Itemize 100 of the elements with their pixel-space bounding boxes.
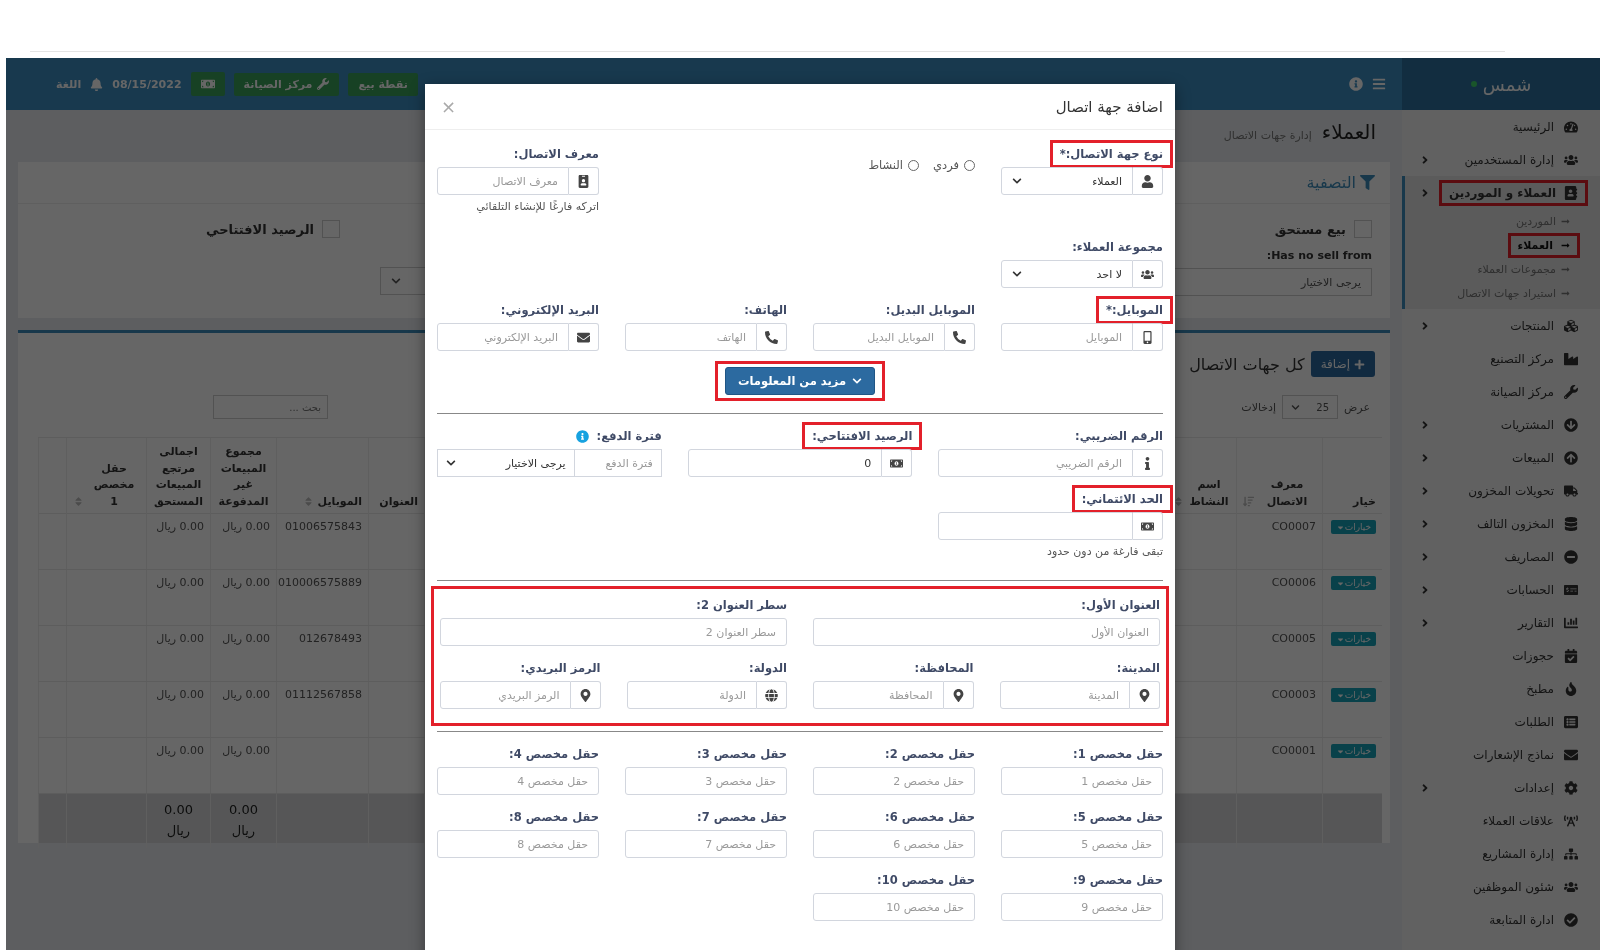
input-field[interactable]: المدينة bbox=[999, 681, 1130, 709]
input-field[interactable]: حقل مخصص 5 bbox=[1001, 830, 1163, 858]
length-label: إدخالات bbox=[1241, 400, 1277, 414]
add-button[interactable]: إضافة bbox=[1310, 351, 1375, 377]
input-field[interactable]: حقل مخصص 1 bbox=[1001, 767, 1163, 795]
input-field[interactable]: المحافظة bbox=[813, 681, 944, 709]
close-button[interactable]: × bbox=[441, 96, 457, 117]
options-button[interactable]: خيارات bbox=[1330, 520, 1376, 534]
sidebar-item[interactable]: نماذج الإشعارات bbox=[1402, 738, 1600, 771]
column-header[interactable]: الموبايل bbox=[302, 493, 362, 510]
menu-icon[interactable] bbox=[1372, 77, 1386, 91]
sidebar-item[interactable]: الطلبات bbox=[1402, 705, 1600, 738]
more-info-button[interactable]: مزيد من المعلومات bbox=[724, 367, 876, 395]
sidebar-item[interactable]: المخزون التالف bbox=[1402, 507, 1600, 540]
field-label: سطر العنوان 2: bbox=[696, 597, 787, 613]
sidebar-item[interactable]: مركز الصيانة bbox=[1402, 375, 1600, 408]
column-header[interactable]: مجموع المبيعات غير المدفوعة bbox=[217, 444, 270, 510]
sidebar-item[interactable]: الحسابات bbox=[1402, 573, 1600, 606]
input-field[interactable]: معرف الاتصال bbox=[437, 167, 569, 195]
input-field[interactable]: الموبايل bbox=[1001, 323, 1133, 351]
column-header[interactable]: معرف الاتصال bbox=[1243, 477, 1316, 510]
input-field[interactable]: حقل مخصص 2 bbox=[813, 767, 975, 795]
radio-option[interactable]: النشاط bbox=[868, 158, 920, 172]
field-label: الهاتف: bbox=[744, 302, 787, 318]
sidebar-item[interactable]: الرئيسية bbox=[1402, 110, 1600, 143]
sidebar-label: مطبخ bbox=[1526, 681, 1554, 696]
input-field[interactable]: الرمز البريدي bbox=[440, 681, 571, 709]
input-field[interactable]: حقل مخصص 8 bbox=[437, 830, 599, 858]
map-pin-icon bbox=[951, 688, 965, 702]
input-field[interactable]: الهاتف bbox=[625, 323, 757, 351]
sidebar-item[interactable]: المنتجات bbox=[1402, 309, 1600, 342]
input-field[interactable]: حقل مخصص 10 bbox=[813, 893, 975, 921]
toolbar-button[interactable]: مركز الصيانة bbox=[233, 72, 340, 96]
sidebar-item[interactable]: إعدادات bbox=[1402, 771, 1600, 804]
sidebar-item[interactable]: تحويلات المخزون bbox=[1402, 474, 1600, 507]
panel-title[interactable]: التصفية bbox=[1306, 173, 1356, 192]
input-field[interactable]: الرقم الضريبي bbox=[938, 449, 1133, 477]
input-field[interactable]: سطر العنوان 2 bbox=[440, 618, 787, 646]
input-field[interactable] bbox=[938, 512, 1133, 540]
bar-chart-icon bbox=[1564, 615, 1578, 630]
select-field[interactable]: العملاء bbox=[1001, 167, 1133, 195]
sidebar-subitem[interactable]: العملاء bbox=[1405, 233, 1600, 257]
phone-icon bbox=[765, 330, 778, 344]
options-button[interactable]: خيارات bbox=[1330, 744, 1376, 758]
field-label: نوع جهة الاتصال:* bbox=[1059, 146, 1163, 162]
sidebar-item[interactable]: إدارة المستخدمين bbox=[1402, 143, 1600, 176]
sidebar-item[interactable]: المبيعات bbox=[1402, 441, 1600, 474]
column-header[interactable]: خيار bbox=[1353, 493, 1376, 510]
input-field[interactable]: العنوان الأول bbox=[813, 618, 1160, 646]
field-label: معرف الاتصال: bbox=[513, 146, 599, 162]
sidebar-item[interactable]: المشتريات bbox=[1402, 408, 1600, 441]
input-field[interactable]: الدولة bbox=[626, 681, 757, 709]
sidebar-item[interactable]: إدارة المشاريع bbox=[1402, 837, 1600, 870]
options-button[interactable]: خيارات bbox=[1330, 632, 1376, 646]
radio-button[interactable] bbox=[964, 159, 975, 171]
address-book-icon bbox=[1564, 185, 1578, 200]
input-field[interactable]: حقل مخصص 7 bbox=[625, 830, 787, 858]
input-field[interactable]: حقل مخصص 9 bbox=[1001, 893, 1163, 921]
sidebar-label: التقارير bbox=[1517, 615, 1554, 630]
bell-icon[interactable] bbox=[90, 77, 104, 91]
input-field[interactable]: حقل مخصص 6 bbox=[813, 830, 975, 858]
date-text: 08/15/2022 bbox=[112, 77, 182, 91]
database-icon bbox=[1564, 516, 1578, 531]
sidebar-item[interactable]: ادارة المتابعة bbox=[1402, 903, 1600, 936]
column-header[interactable]: اسم النشاط bbox=[1173, 477, 1230, 510]
column-header[interactable]: اجمالى مرتجع المبيعات المستحق bbox=[153, 444, 204, 510]
sidebar-label: المصاريف bbox=[1504, 549, 1554, 564]
language-link[interactable]: اللغة bbox=[56, 77, 82, 91]
radio-option[interactable]: فردي bbox=[933, 158, 975, 172]
page-size-select[interactable]: 25 bbox=[1282, 395, 1339, 419]
input-field[interactable]: فترة الدفع bbox=[573, 449, 662, 477]
table-cell: CO0003 bbox=[1271, 688, 1316, 701]
sidebar-item[interactable]: المصاريف bbox=[1402, 540, 1600, 573]
sidebar-label: المشتريات bbox=[1500, 417, 1554, 432]
select-field[interactable]: يرجى الاختيار bbox=[437, 449, 574, 477]
sidebar-item[interactable]: شئون الموظفين bbox=[1402, 870, 1600, 903]
info-icon[interactable] bbox=[1349, 77, 1363, 91]
sidebar-item[interactable]: حجوزات bbox=[1402, 639, 1600, 672]
phone-icon bbox=[953, 330, 966, 344]
input-field[interactable]: حقل مخصص 3 bbox=[625, 767, 787, 795]
sidebar-item[interactable]: العملاء و الموردين bbox=[1402, 176, 1600, 209]
input-field[interactable]: البريد الإلكتروني bbox=[437, 323, 569, 351]
sidebar-item[interactable]: علاقات العملاء bbox=[1402, 804, 1600, 837]
column-header[interactable]: حقل مخصص 1 bbox=[73, 460, 140, 510]
input-field[interactable]: الموبايل البديل bbox=[813, 323, 945, 351]
chevron-icon bbox=[852, 376, 863, 386]
select-field[interactable]: لا احد bbox=[1001, 260, 1133, 288]
sidebar-item[interactable]: مركز التصنيع bbox=[1402, 342, 1600, 375]
input-field[interactable]: 0 bbox=[687, 449, 883, 477]
cash-button[interactable] bbox=[190, 72, 225, 96]
radio-button[interactable] bbox=[908, 159, 920, 171]
toolbar-button[interactable]: نقطة بيع bbox=[348, 72, 418, 96]
checkbox-label: الرصيد الافتتاحي bbox=[206, 221, 314, 237]
input-field[interactable]: حقل مخصص 4 bbox=[437, 767, 599, 795]
table-cell: 0.00 ريال bbox=[222, 520, 270, 533]
options-button[interactable]: خيارات bbox=[1330, 576, 1376, 590]
sidebar-item[interactable]: مطبخ bbox=[1402, 672, 1600, 705]
sidebar-item[interactable]: التقارير bbox=[1402, 606, 1600, 639]
column-header[interactable]: العنوان bbox=[379, 493, 418, 510]
options-button[interactable]: خيارات bbox=[1330, 688, 1376, 702]
